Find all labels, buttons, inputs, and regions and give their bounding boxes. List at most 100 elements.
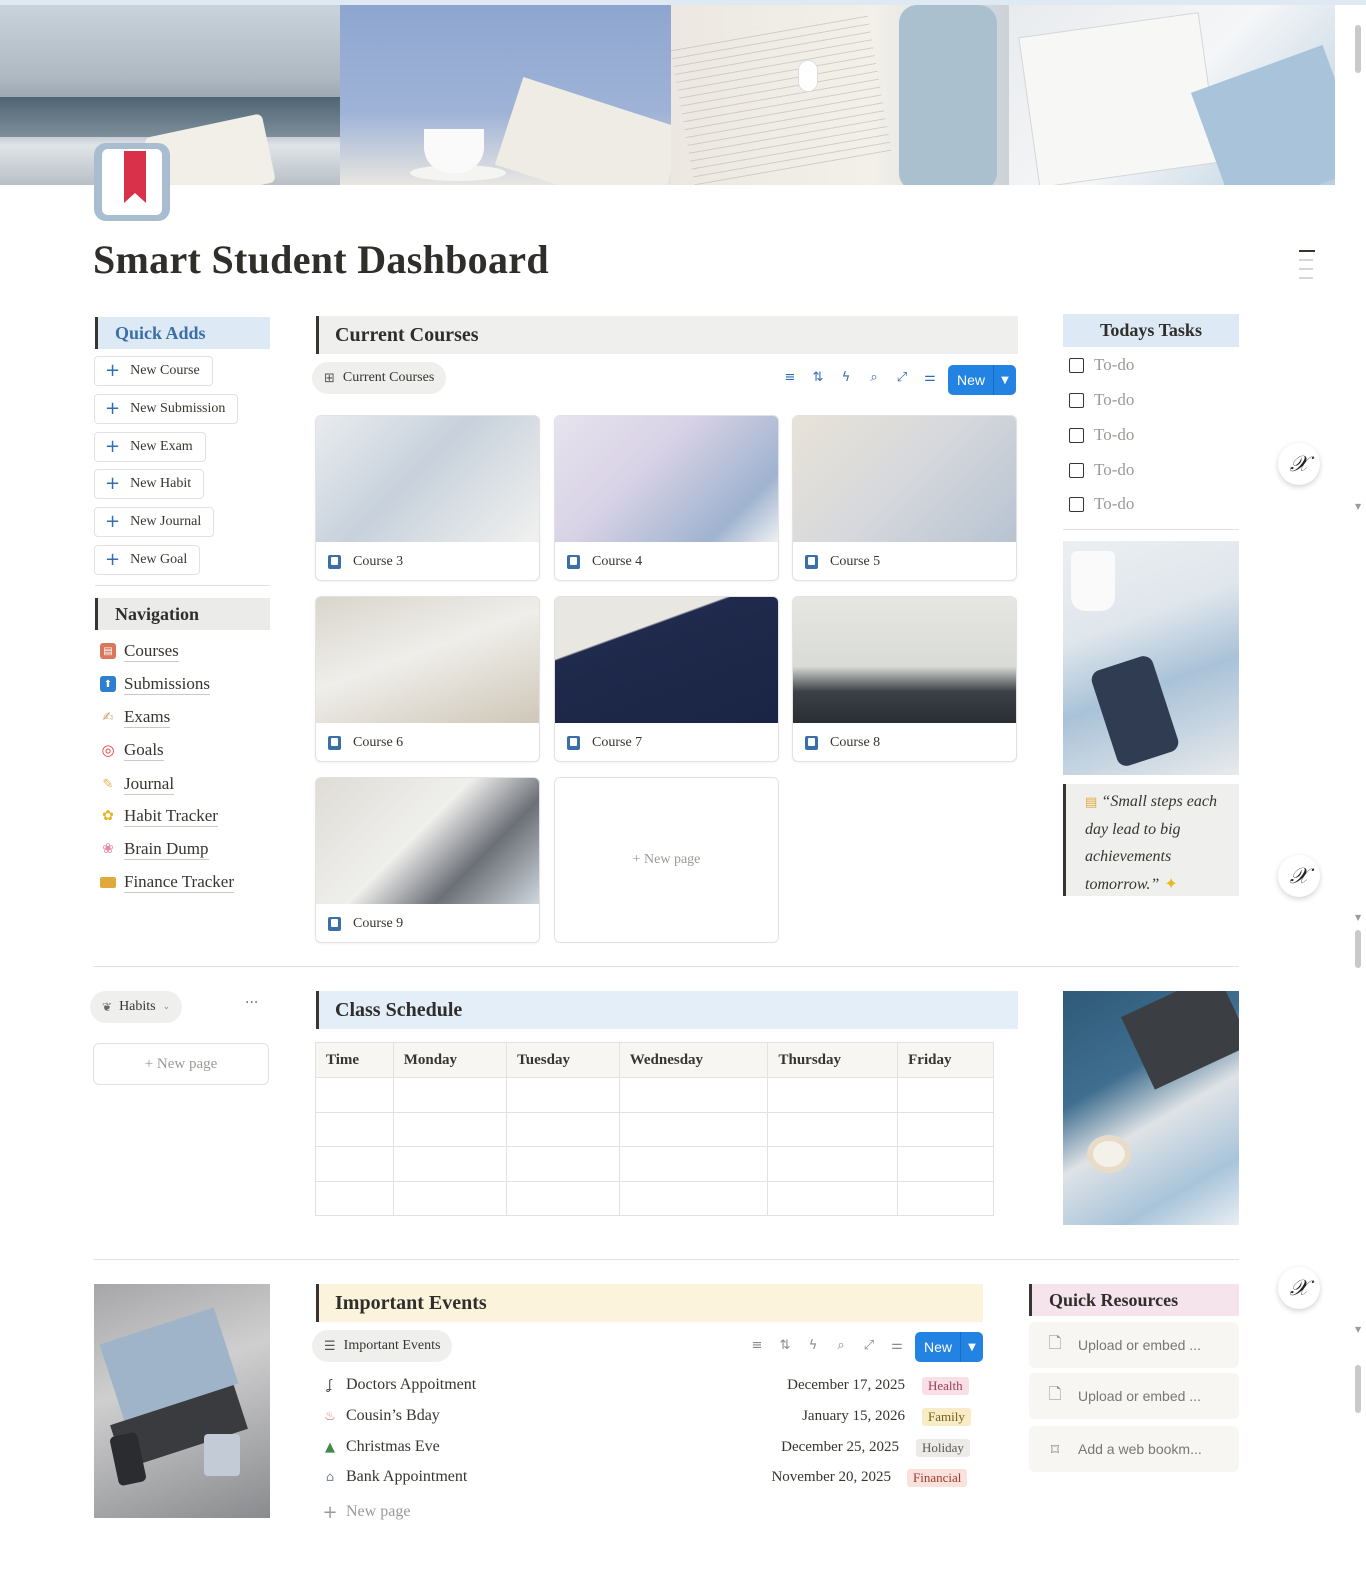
expand-icon[interactable]: ⤢: [888, 370, 916, 385]
nav-item-submissions[interactable]: ⬆ Submissions: [100, 672, 210, 696]
table-cell[interactable]: [767, 1077, 899, 1113]
table-of-contents-icon[interactable]: [1299, 250, 1315, 286]
scrollbar[interactable]: ▼ ▼ ▼: [1352, 5, 1366, 1586]
nav-item-brain-dump[interactable]: ❀ Brain Dump: [100, 837, 209, 861]
new-course-button[interactable]: + New Course: [94, 356, 213, 386]
target-icon: ◎: [101, 741, 115, 759]
new-submission-button[interactable]: + New Submission: [94, 394, 239, 424]
checkbox[interactable]: [1069, 427, 1084, 443]
new-journal-button[interactable]: + New Journal: [94, 507, 215, 537]
course-card[interactable]: Course 3: [315, 415, 540, 581]
table-cell[interactable]: [392, 1077, 508, 1113]
cover-photo-sweater: [340, 5, 671, 185]
chevron-down-icon[interactable]: ▼: [994, 375, 1016, 386]
course-card[interactable]: Course 7: [554, 596, 779, 762]
new-goal-button[interactable]: + New Goal: [94, 545, 201, 575]
new-event-button[interactable]: New ▼: [915, 1332, 984, 1362]
column-header[interactable]: Monday: [392, 1042, 508, 1078]
new-course-entry-button[interactable]: New ▼: [948, 365, 1017, 395]
upload-embed-block[interactable]: 🗋 Upload or embed ...: [1029, 1322, 1239, 1368]
course-card[interactable]: Course 8: [792, 596, 1017, 762]
table-cell[interactable]: [315, 1111, 394, 1147]
more-options-icon[interactable]: ···: [245, 995, 258, 1011]
column-header[interactable]: Thursday: [767, 1042, 899, 1078]
nav-item-journal[interactable]: ✎ Journal: [100, 772, 175, 796]
todo-item[interactable]: To-do: [1069, 388, 1134, 412]
table-cell[interactable]: [897, 1146, 994, 1182]
todays-tasks-heading: Todays Tasks: [1063, 314, 1239, 347]
new-page-card[interactable]: + New page: [554, 777, 779, 943]
table-cell[interactable]: [897, 1077, 994, 1113]
table-row: [315, 1180, 994, 1216]
todo-item[interactable]: To-do: [1069, 353, 1134, 377]
todo-item[interactable]: To-do: [1069, 458, 1134, 482]
table-cell[interactable]: [506, 1180, 620, 1216]
ai-assist-button[interactable]: 𝒳: [1278, 1267, 1320, 1309]
filter-icon[interactable]: ≡: [743, 1338, 771, 1353]
automation-icon[interactable]: ϟ: [799, 1338, 827, 1353]
table-cell[interactable]: [506, 1111, 620, 1147]
nav-item-goals[interactable]: ◎ Goals: [100, 738, 164, 762]
checkbox[interactable]: [1069, 392, 1084, 408]
page-bookmark-icon[interactable]: [94, 143, 170, 221]
new-page-button[interactable]: + New page: [93, 1043, 269, 1085]
table-cell[interactable]: [618, 1146, 769, 1182]
table-cell[interactable]: [618, 1180, 769, 1216]
ai-assist-button[interactable]: 𝒳: [1278, 855, 1320, 897]
nav-item-habit-tracker[interactable]: ✿ Habit Tracker: [100, 804, 218, 828]
checkbox[interactable]: [1069, 496, 1084, 512]
checkbox[interactable]: [1069, 462, 1084, 478]
web-bookmark-block[interactable]: ⌑ Add a web bookm...: [1029, 1426, 1239, 1472]
table-cell[interactable]: [618, 1111, 769, 1147]
automation-icon[interactable]: ϟ: [832, 370, 860, 385]
table-cell[interactable]: [618, 1077, 769, 1113]
checkbox[interactable]: [1069, 357, 1084, 373]
view-tab-current-courses[interactable]: ⊞ Current Courses: [312, 362, 447, 394]
table-cell[interactable]: [392, 1146, 508, 1182]
sort-icon[interactable]: ⇅: [771, 1338, 799, 1353]
divider: [95, 585, 270, 586]
table-cell[interactable]: [506, 1077, 620, 1113]
todo-item[interactable]: To-do: [1069, 423, 1134, 447]
filter-icon[interactable]: ≡: [776, 370, 804, 385]
nav-item-exams[interactable]: ✍ Exams: [100, 705, 171, 729]
table-cell[interactable]: [315, 1077, 394, 1113]
column-header[interactable]: Friday: [897, 1042, 994, 1078]
column-header[interactable]: Time: [315, 1042, 394, 1078]
table-cell[interactable]: [315, 1146, 394, 1182]
nav-item-finance-tracker[interactable]: Finance Tracker: [100, 870, 235, 894]
settings-icon[interactable]: ⚌: [916, 370, 944, 385]
table-cell[interactable]: [767, 1180, 899, 1216]
table-cell[interactable]: [767, 1111, 899, 1147]
cover-image[interactable]: [0, 5, 1335, 185]
new-page-button[interactable]: + New page: [322, 1498, 982, 1526]
todo-item[interactable]: To-do: [1069, 492, 1134, 516]
plus-icon: +: [105, 436, 121, 457]
expand-icon[interactable]: ⤢: [855, 1338, 883, 1353]
course-card[interactable]: Course 6: [315, 596, 540, 762]
column-header[interactable]: Wednesday: [618, 1042, 769, 1078]
table-cell[interactable]: [392, 1111, 508, 1147]
ai-assist-button[interactable]: 𝒳: [1278, 443, 1320, 485]
table-cell[interactable]: [897, 1180, 994, 1216]
new-habit-button[interactable]: + New Habit: [94, 469, 205, 499]
upload-embed-block[interactable]: 🗋 Upload or embed ...: [1029, 1373, 1239, 1419]
nav-item-courses[interactable]: ▤ Courses: [100, 639, 179, 663]
view-tab-important-events[interactable]: ☰ Important Events: [312, 1330, 453, 1362]
table-cell[interactable]: [767, 1146, 899, 1182]
search-icon[interactable]: ⌕: [827, 1338, 855, 1353]
new-exam-button[interactable]: + New Exam: [94, 432, 206, 462]
table-cell[interactable]: [506, 1146, 620, 1182]
table-cell[interactable]: [315, 1180, 394, 1216]
column-header[interactable]: Tuesday: [506, 1042, 620, 1078]
search-icon[interactable]: ⌕: [860, 370, 888, 385]
course-card[interactable]: Course 5: [792, 415, 1017, 581]
sort-icon[interactable]: ⇅: [804, 370, 832, 385]
course-card[interactable]: Course 4: [554, 415, 779, 581]
settings-icon[interactable]: ⚌: [883, 1338, 911, 1353]
course-card[interactable]: Course 9: [315, 777, 540, 943]
table-cell[interactable]: [392, 1180, 508, 1216]
view-tab-habits[interactable]: ❦ Habits ⌄: [90, 991, 183, 1023]
chevron-down-icon[interactable]: ▼: [961, 1342, 983, 1353]
table-cell[interactable]: [897, 1111, 994, 1147]
